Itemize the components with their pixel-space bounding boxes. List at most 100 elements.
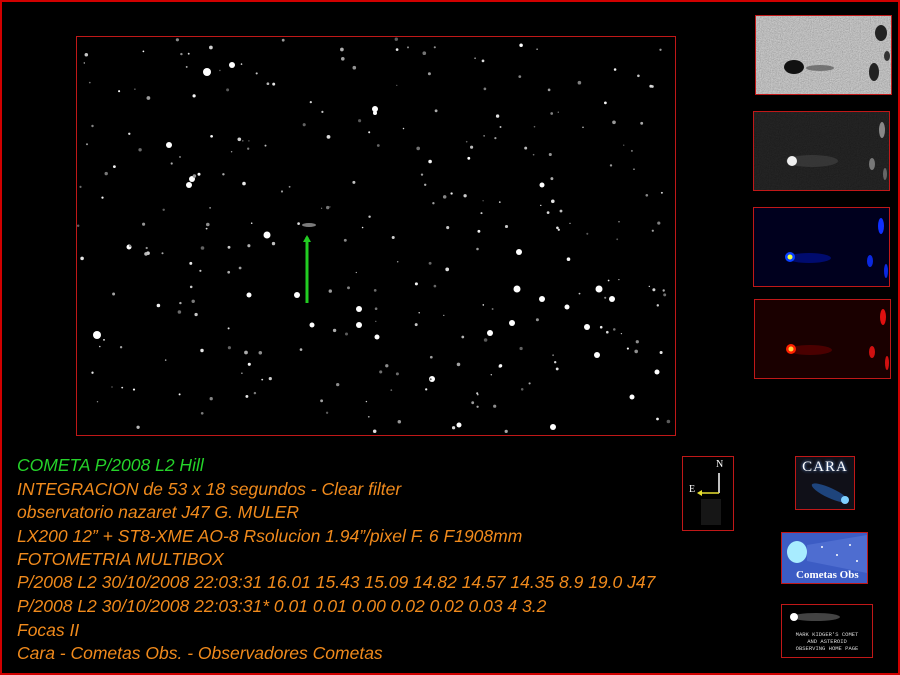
star — [373, 289, 377, 292]
cara-logo[interactable]: CARA — [795, 456, 855, 510]
star — [91, 124, 94, 128]
star — [328, 289, 332, 293]
star — [128, 132, 131, 135]
star — [406, 46, 410, 49]
star — [578, 292, 581, 295]
star — [519, 346, 523, 351]
star — [164, 359, 167, 361]
star — [145, 246, 148, 250]
cometas-obs-logo[interactable]: Cometas Obs — [781, 532, 868, 584]
star — [245, 394, 249, 398]
star — [372, 429, 377, 433]
star — [352, 65, 357, 70]
star — [229, 62, 235, 68]
star — [112, 165, 116, 169]
star — [180, 52, 183, 56]
star — [111, 386, 113, 388]
star — [490, 373, 493, 376]
star — [482, 304, 485, 306]
star — [483, 87, 487, 91]
star — [288, 185, 291, 188]
compass-north-label: N — [716, 459, 724, 470]
star — [659, 48, 662, 51]
star — [550, 112, 554, 115]
star — [626, 347, 629, 350]
star — [662, 289, 665, 292]
star — [548, 152, 552, 157]
star — [299, 348, 303, 351]
star — [237, 137, 242, 142]
star — [483, 338, 488, 342]
star — [244, 350, 248, 355]
thumbnail-grayscale — [753, 111, 890, 191]
star — [209, 207, 211, 209]
star — [395, 372, 399, 376]
star — [491, 308, 494, 310]
star — [132, 388, 136, 391]
star — [450, 192, 453, 195]
star — [326, 205, 330, 210]
star — [121, 386, 124, 389]
star — [365, 400, 368, 403]
star — [559, 209, 563, 213]
star — [376, 144, 380, 147]
star — [420, 173, 424, 176]
starfield-canvas — [77, 37, 675, 435]
star — [414, 282, 418, 286]
star — [429, 355, 433, 359]
star — [352, 180, 356, 184]
star — [629, 394, 635, 400]
star — [356, 322, 362, 328]
caption-line: P/2008 L2 30/10/2008 22:03:31 16.01 15.4… — [17, 572, 656, 592]
star — [192, 94, 196, 98]
star — [494, 137, 497, 140]
star — [394, 37, 398, 41]
star — [495, 114, 500, 118]
star — [268, 376, 272, 381]
star — [194, 312, 198, 317]
star — [345, 332, 348, 336]
star — [209, 45, 213, 50]
star — [128, 244, 132, 248]
star — [136, 425, 140, 429]
star — [396, 261, 399, 263]
star — [343, 238, 347, 242]
star — [205, 227, 208, 230]
star — [656, 304, 660, 307]
star — [340, 47, 344, 52]
star — [118, 90, 121, 93]
star — [467, 156, 471, 160]
star — [470, 145, 474, 149]
star — [550, 424, 556, 430]
star — [230, 151, 233, 153]
star — [88, 81, 91, 84]
star — [442, 195, 447, 199]
star — [329, 206, 331, 208]
star — [564, 304, 570, 310]
star — [635, 340, 639, 344]
star — [80, 256, 84, 261]
star — [138, 148, 142, 152]
star — [219, 69, 221, 72]
star — [634, 349, 638, 354]
star — [509, 320, 515, 326]
star — [178, 393, 181, 396]
star — [200, 348, 204, 353]
star — [255, 72, 258, 75]
star — [189, 261, 193, 265]
star — [336, 382, 340, 387]
star — [654, 369, 660, 375]
mark-kidger-logo[interactable]: MARK KIDGER'S COMET AND ASTEROID OBSERVI… — [781, 604, 873, 658]
star — [657, 221, 661, 225]
grayscale-image — [754, 112, 889, 190]
star — [429, 378, 432, 381]
star — [609, 296, 615, 302]
star — [241, 372, 243, 375]
star — [297, 222, 300, 225]
star — [263, 231, 271, 239]
star — [166, 142, 172, 148]
star — [227, 245, 231, 249]
star — [422, 51, 427, 56]
star — [84, 52, 89, 57]
star — [504, 429, 508, 434]
